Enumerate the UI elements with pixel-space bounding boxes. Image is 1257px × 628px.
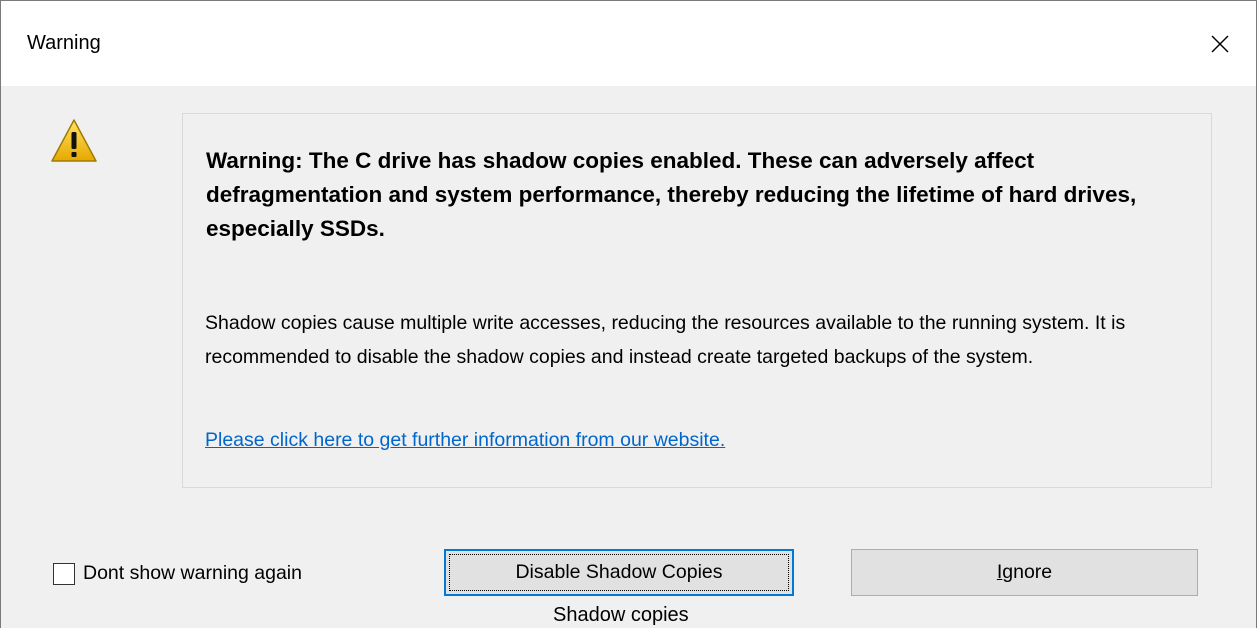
warning-description: Shadow copies cause multiple write acces… (205, 312, 1126, 368)
warning-headline: Warning: The C drive has shadow copies e… (206, 148, 1137, 241)
warning-icon (51, 119, 97, 162)
ignore-button-label: Ignore (996, 561, 1053, 583)
focus-rectangle (449, 554, 789, 591)
message-panel: Warning: The C drive has shadow copies e… (182, 113, 1212, 488)
title-bar: Warning (1, 1, 1256, 86)
disable-shadow-copies-button[interactable]: Disable Shadow Copies (444, 549, 794, 596)
close-icon (1211, 35, 1229, 52)
dont-show-again-checkbox[interactable] (53, 562, 75, 585)
warning-dialog: Warning Warning: The C drive has shadow … (0, 0, 1257, 628)
caption-text: Shadow copies (553, 604, 689, 626)
close-button[interactable] (1184, 1, 1256, 86)
window-title: Warning (27, 32, 101, 54)
dont-show-again-option[interactable]: Dont show warning again (53, 562, 302, 585)
dont-show-again-label: Dont show warning again (83, 562, 302, 584)
more-info-link[interactable]: Please click here to get further informa… (205, 429, 725, 452)
ignore-button[interactable]: Ignore (851, 549, 1198, 596)
